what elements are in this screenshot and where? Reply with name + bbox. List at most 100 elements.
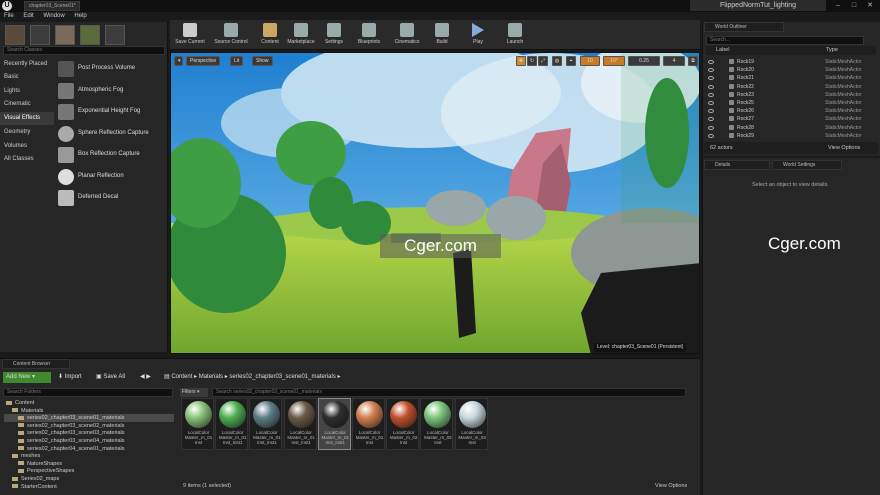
close-icon[interactable]: ✕ — [862, 0, 878, 11]
place-item[interactable]: Planar Reflection — [56, 167, 166, 187]
visibility-eye-icon[interactable] — [708, 117, 714, 122]
marketplace-button[interactable]: Marketplace — [284, 22, 318, 50]
visibility-eye-icon[interactable] — [708, 109, 714, 114]
maximize-viewport-icon[interactable]: ⧉ — [688, 56, 698, 66]
outliner-row[interactable]: Rock22 StaticMeshActor — [707, 83, 875, 91]
menu-window[interactable]: Window — [39, 12, 68, 20]
material-asset-tile[interactable]: LocalColor Master_m_01 Inst — [352, 398, 385, 450]
tab-details[interactable]: Details — [704, 160, 770, 170]
place-item[interactable]: Post Process Volume — [56, 59, 166, 79]
folder-search-input[interactable]: Search Folders — [3, 388, 173, 397]
show-button[interactable]: Show — [252, 56, 273, 66]
menu-help[interactable]: Help — [70, 12, 90, 20]
place-mode-icon[interactable] — [5, 25, 25, 45]
blueprints-button[interactable]: Blueprints — [354, 22, 384, 50]
category-basic[interactable]: Basic — [0, 71, 54, 84]
material-asset-tile[interactable]: LocalColor Master_m_01 Inst_Inst1 — [317, 398, 351, 450]
tab-world-settings[interactable]: World Settings — [772, 160, 842, 170]
material-asset-tile[interactable]: LocalColor Master_m_01 Inst_Inst1 — [249, 398, 283, 450]
tab-world-outliner[interactable]: World Outliner — [704, 22, 784, 32]
camera-speed-button[interactable]: 4 — [663, 56, 685, 66]
maximize-icon[interactable]: □ — [846, 0, 862, 11]
outliner-row[interactable]: Rock27 StaticMeshActor — [707, 115, 875, 123]
outliner-search-input[interactable]: Search... — [706, 36, 864, 45]
outliner-row[interactable]: Rock28 StaticMeshActor — [707, 124, 875, 132]
breadcrumb-folder[interactable]: series02_chapter03_scene01_materials — [229, 374, 335, 380]
menu-edit[interactable]: Edit — [19, 12, 37, 20]
save-button[interactable]: Save Current — [172, 22, 208, 50]
geometry-mode-icon[interactable] — [105, 25, 125, 45]
viewport-menu-button[interactable]: ▾ — [174, 56, 183, 66]
surface-snap-icon[interactable]: ⌖ — [566, 56, 576, 66]
visibility-eye-icon[interactable] — [708, 133, 714, 138]
category-recently-placed[interactable]: Recently Placed — [0, 58, 54, 71]
material-asset-tile[interactable]: LocalColor Master_m_01 Inst_Inst1 — [283, 398, 317, 450]
outliner-row[interactable]: Rock19 StaticMeshActor — [707, 58, 875, 66]
rotate-icon[interactable]: ↻ — [527, 56, 537, 66]
world-icon[interactable]: ◍ — [552, 56, 562, 66]
lit-button[interactable]: Lit — [230, 56, 244, 66]
minimize-icon[interactable]: – — [830, 0, 846, 11]
asset-search-input[interactable]: Search series02_chapter03_scene01_materi… — [212, 388, 686, 397]
category-geometry[interactable]: Geometry — [0, 126, 54, 139]
level-tab[interactable]: chapter03_Scene01* — [24, 1, 80, 11]
label-column-header[interactable]: Label — [716, 46, 729, 55]
category-volumes[interactable]: Volumes — [0, 140, 54, 153]
landscape-mode-icon[interactable] — [55, 25, 75, 45]
folder-tree-item[interactable]: StarterContent — [4, 483, 174, 491]
translate-icon[interactable]: ✥ — [516, 56, 526, 66]
class-search-input[interactable]: Search Classes — [3, 46, 165, 55]
category-cinematic[interactable]: Cinematic — [0, 98, 54, 111]
place-item[interactable]: Box Reflection Capture — [56, 145, 166, 165]
foliage-mode-icon[interactable] — [80, 25, 100, 45]
menu-file[interactable]: File — [0, 12, 18, 20]
outliner-row[interactable]: Rock20 StaticMeshActor — [707, 66, 875, 74]
breadcrumb-materials[interactable]: Materials — [199, 374, 223, 380]
rotation-snap-button[interactable]: 10° — [603, 56, 625, 66]
outliner-row[interactable]: Rock23 StaticMeshActor — [707, 91, 875, 99]
category-lights[interactable]: Lights — [0, 85, 54, 98]
level-viewport[interactable] — [170, 52, 700, 354]
visibility-eye-icon[interactable] — [708, 125, 714, 130]
outliner-row[interactable]: Rock21 StaticMeshActor — [707, 74, 875, 82]
scale-icon[interactable]: ⤢ — [538, 56, 548, 66]
scale-snap-button[interactable]: 0.25 — [628, 56, 660, 66]
visibility-eye-icon[interactable] — [708, 92, 714, 97]
perspective-button[interactable]: Perspective — [186, 56, 221, 66]
type-column-header[interactable]: Type — [826, 46, 838, 55]
material-asset-tile[interactable]: LocalColor Master_m_01 Inst_Inst1 — [215, 398, 249, 450]
visibility-eye-icon[interactable] — [708, 84, 714, 89]
place-item[interactable]: Deferred Decal — [56, 188, 166, 208]
visibility-eye-icon[interactable] — [708, 76, 714, 81]
source-control-button[interactable]: Source Control — [210, 22, 252, 50]
filters-button[interactable]: Filters ▾ — [180, 388, 208, 397]
save-all-button[interactable]: ▣ Save All — [96, 372, 136, 383]
cb-view-options[interactable]: View Options — [655, 483, 687, 489]
add-new-button[interactable]: Add New ▾ — [3, 372, 51, 383]
tab-content-browser[interactable]: Content Browser — [2, 359, 70, 369]
grid-snap-button[interactable]: 10 — [580, 56, 600, 66]
place-item[interactable]: Atmospheric Fog — [56, 81, 166, 101]
settings-button[interactable]: Settings — [320, 22, 348, 50]
visibility-eye-icon[interactable] — [708, 60, 714, 64]
import-button[interactable]: ⬇ Import — [58, 372, 94, 383]
outliner-row[interactable]: Rock25 StaticMeshActor — [707, 99, 875, 107]
material-asset-tile[interactable]: LocalColor Master_m_01 Inst — [181, 398, 214, 450]
material-asset-tile[interactable]: LocalColor Master_m_02 Inst — [386, 398, 420, 450]
outliner-view-options[interactable]: View Options — [828, 142, 860, 154]
outliner-row[interactable]: Rock29 StaticMeshActor — [707, 132, 875, 140]
paint-mode-icon[interactable] — [30, 25, 50, 45]
build-button[interactable]: Build — [430, 22, 454, 50]
history-nav-icon[interactable]: ◀ ▶ — [140, 372, 160, 383]
outliner-row[interactable]: Rock26 StaticMeshActor — [707, 107, 875, 115]
material-asset-tile[interactable]: LocalColor Master_m_02 Inst — [420, 398, 454, 450]
category-all-classes[interactable]: All Classes — [0, 153, 54, 166]
cinematics-button[interactable]: Cinematics — [390, 22, 424, 50]
material-asset-tile[interactable]: LocalColor Master_m_03 Inst — [454, 398, 488, 450]
visibility-eye-icon[interactable] — [708, 101, 714, 105]
place-item[interactable]: Exponential Height Fog — [56, 102, 166, 122]
place-item[interactable]: Sphere Reflection Capture — [56, 124, 166, 144]
play-button[interactable]: Play — [466, 22, 490, 50]
category-visual-effects[interactable]: Visual Effects — [0, 112, 54, 125]
visibility-eye-icon[interactable] — [708, 68, 714, 73]
